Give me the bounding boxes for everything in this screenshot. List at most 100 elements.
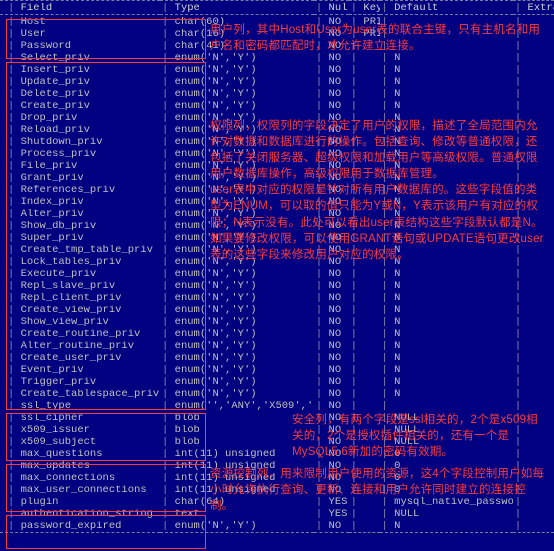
table-row: | Reload_priv| enum('N','Y')| NO| | N| bbox=[0, 125, 554, 137]
cell-field: | Super_priv bbox=[0, 233, 160, 245]
cell-type: | enum('N','Y') bbox=[160, 209, 314, 221]
hdr-key: | Key bbox=[349, 3, 380, 15]
cell-type: | char(64) bbox=[160, 497, 314, 509]
table-row: | Shutdown_priv| enum('N','Y')| NO| | N| bbox=[0, 137, 554, 149]
cell-extra: | bbox=[513, 65, 554, 77]
table-row: | Create_tmp_table_priv| enum('N','Y')| … bbox=[0, 245, 554, 257]
table-row: | Drop_priv| enum('N','Y')| NO| | N| bbox=[0, 113, 554, 125]
cell-field: | Event_priv bbox=[0, 365, 160, 377]
cell-null: | NO bbox=[314, 245, 349, 257]
cell-default: | N bbox=[380, 305, 513, 317]
table-row: | Password| char(41)| NO| | | bbox=[0, 41, 554, 53]
cell-field: | x509_subject bbox=[0, 437, 160, 449]
table-row: | Index_priv| enum('N','Y')| NO| | N| bbox=[0, 197, 554, 209]
cell-key: | bbox=[349, 485, 380, 497]
cell-type: | enum('N','Y') bbox=[160, 77, 314, 89]
hdr-field: | Field bbox=[0, 3, 160, 15]
cell-default: | N bbox=[380, 53, 513, 65]
cell-null: | NO bbox=[314, 389, 349, 401]
cell-null: | NO bbox=[314, 137, 349, 149]
cell-extra: | bbox=[513, 425, 554, 437]
cell-field: | Create_view_priv bbox=[0, 305, 160, 317]
cell-key: | bbox=[349, 197, 380, 209]
cell-default: | N bbox=[380, 281, 513, 293]
cell-default: | N bbox=[380, 365, 513, 377]
cell-field: | password_expired bbox=[0, 521, 160, 533]
cell-default: | N bbox=[380, 77, 513, 89]
cell-key: | PRI bbox=[349, 17, 380, 29]
cell-field: | Show_db_priv bbox=[0, 221, 160, 233]
cell-field: | Select_priv bbox=[0, 53, 160, 65]
cell-null: | NO bbox=[314, 65, 349, 77]
cell-type: | enum('N','Y') bbox=[160, 521, 314, 533]
table-row: | File_priv| enum('N','Y')| NO| | N| bbox=[0, 161, 554, 173]
cell-type: | enum('N','Y') bbox=[160, 329, 314, 341]
cell-key: | bbox=[349, 281, 380, 293]
cell-extra: | bbox=[513, 245, 554, 257]
table-row: | References_priv| enum('N','Y')| NO| | … bbox=[0, 185, 554, 197]
table-row: | authentication_string| text| YES| | NU… bbox=[0, 509, 554, 521]
cell-extra: | bbox=[513, 29, 554, 41]
cell-key: | bbox=[349, 365, 380, 377]
cell-key: | bbox=[349, 305, 380, 317]
cell-field: | Show_view_priv bbox=[0, 317, 160, 329]
cell-null: | YES bbox=[314, 509, 349, 521]
cell-key: | bbox=[349, 269, 380, 281]
cell-field: | max_questions bbox=[0, 449, 160, 461]
cell-default: | N bbox=[380, 353, 513, 365]
cell-default: | N bbox=[380, 341, 513, 353]
cell-default: | N bbox=[380, 245, 513, 257]
cell-null: | NO bbox=[314, 161, 349, 173]
hdr-type: | Type bbox=[160, 3, 314, 15]
cell-type: | enum('N','Y') bbox=[160, 113, 314, 125]
cell-type: | enum('N','Y') bbox=[160, 89, 314, 101]
table-row: | ssl_cipher| blob| NO| | NULL| bbox=[0, 413, 554, 425]
cell-extra: | bbox=[513, 197, 554, 209]
cell-key: | bbox=[349, 329, 380, 341]
table-row: | Alter_priv| enum('N','Y')| NO| | N| bbox=[0, 209, 554, 221]
table-row: | max_user_connections| int(11) unsigned… bbox=[0, 485, 554, 497]
cell-field: | Create_tmp_table_priv bbox=[0, 245, 160, 257]
cell-extra: | bbox=[513, 41, 554, 53]
cell-field: | Process_priv bbox=[0, 149, 160, 161]
cell-extra: | bbox=[513, 353, 554, 365]
table-row: | max_questions| int(11) unsigned| NO| |… bbox=[0, 449, 554, 461]
cell-key: | bbox=[349, 521, 380, 533]
cell-null: | NO bbox=[314, 365, 349, 377]
cell-null: | NO bbox=[314, 17, 349, 29]
cell-field: | Execute_priv bbox=[0, 269, 160, 281]
cell-type: | int(11) unsigned bbox=[160, 449, 314, 461]
cell-default: | N bbox=[380, 125, 513, 137]
cell-key: | bbox=[349, 473, 380, 485]
cell-extra: | bbox=[513, 365, 554, 377]
cell-key: | bbox=[349, 509, 380, 521]
cell-key: | bbox=[349, 353, 380, 365]
table-row: | Alter_routine_priv| enum('N','Y')| NO|… bbox=[0, 341, 554, 353]
cell-extra: | bbox=[513, 389, 554, 401]
cell-extra: | bbox=[513, 257, 554, 269]
cell-extra: | bbox=[513, 185, 554, 197]
cell-null: | NO bbox=[314, 113, 349, 125]
cell-field: | Repl_slave_priv bbox=[0, 281, 160, 293]
cell-type: | enum('N','Y') bbox=[160, 65, 314, 77]
cell-extra: | bbox=[513, 137, 554, 149]
table-row: | Execute_priv| enum('N','Y')| NO| | N| bbox=[0, 269, 554, 281]
cell-field: | plugin bbox=[0, 497, 160, 509]
cell-type: | enum('N','Y') bbox=[160, 257, 314, 269]
cell-null: | NO bbox=[314, 425, 349, 437]
cell-default: | N bbox=[380, 377, 513, 389]
cell-extra: | bbox=[513, 473, 554, 485]
cell-type: | enum('N','Y') bbox=[160, 197, 314, 209]
cell-type: | enum('N','Y') bbox=[160, 161, 314, 173]
cell-type: | enum('N','Y') bbox=[160, 377, 314, 389]
cell-key: | bbox=[349, 413, 380, 425]
hdr-extra: | Extra bbox=[513, 3, 554, 15]
cell-null: | NO bbox=[314, 473, 349, 485]
cell-field: | x509_issuer bbox=[0, 425, 160, 437]
cell-extra: | bbox=[513, 101, 554, 113]
table-row: | Super_priv| enum('N','Y')| NO| | N| bbox=[0, 233, 554, 245]
cell-default: | bbox=[380, 41, 513, 53]
cell-extra: | bbox=[513, 485, 554, 497]
cell-extra: | bbox=[513, 221, 554, 233]
cell-extra: | bbox=[513, 173, 554, 185]
